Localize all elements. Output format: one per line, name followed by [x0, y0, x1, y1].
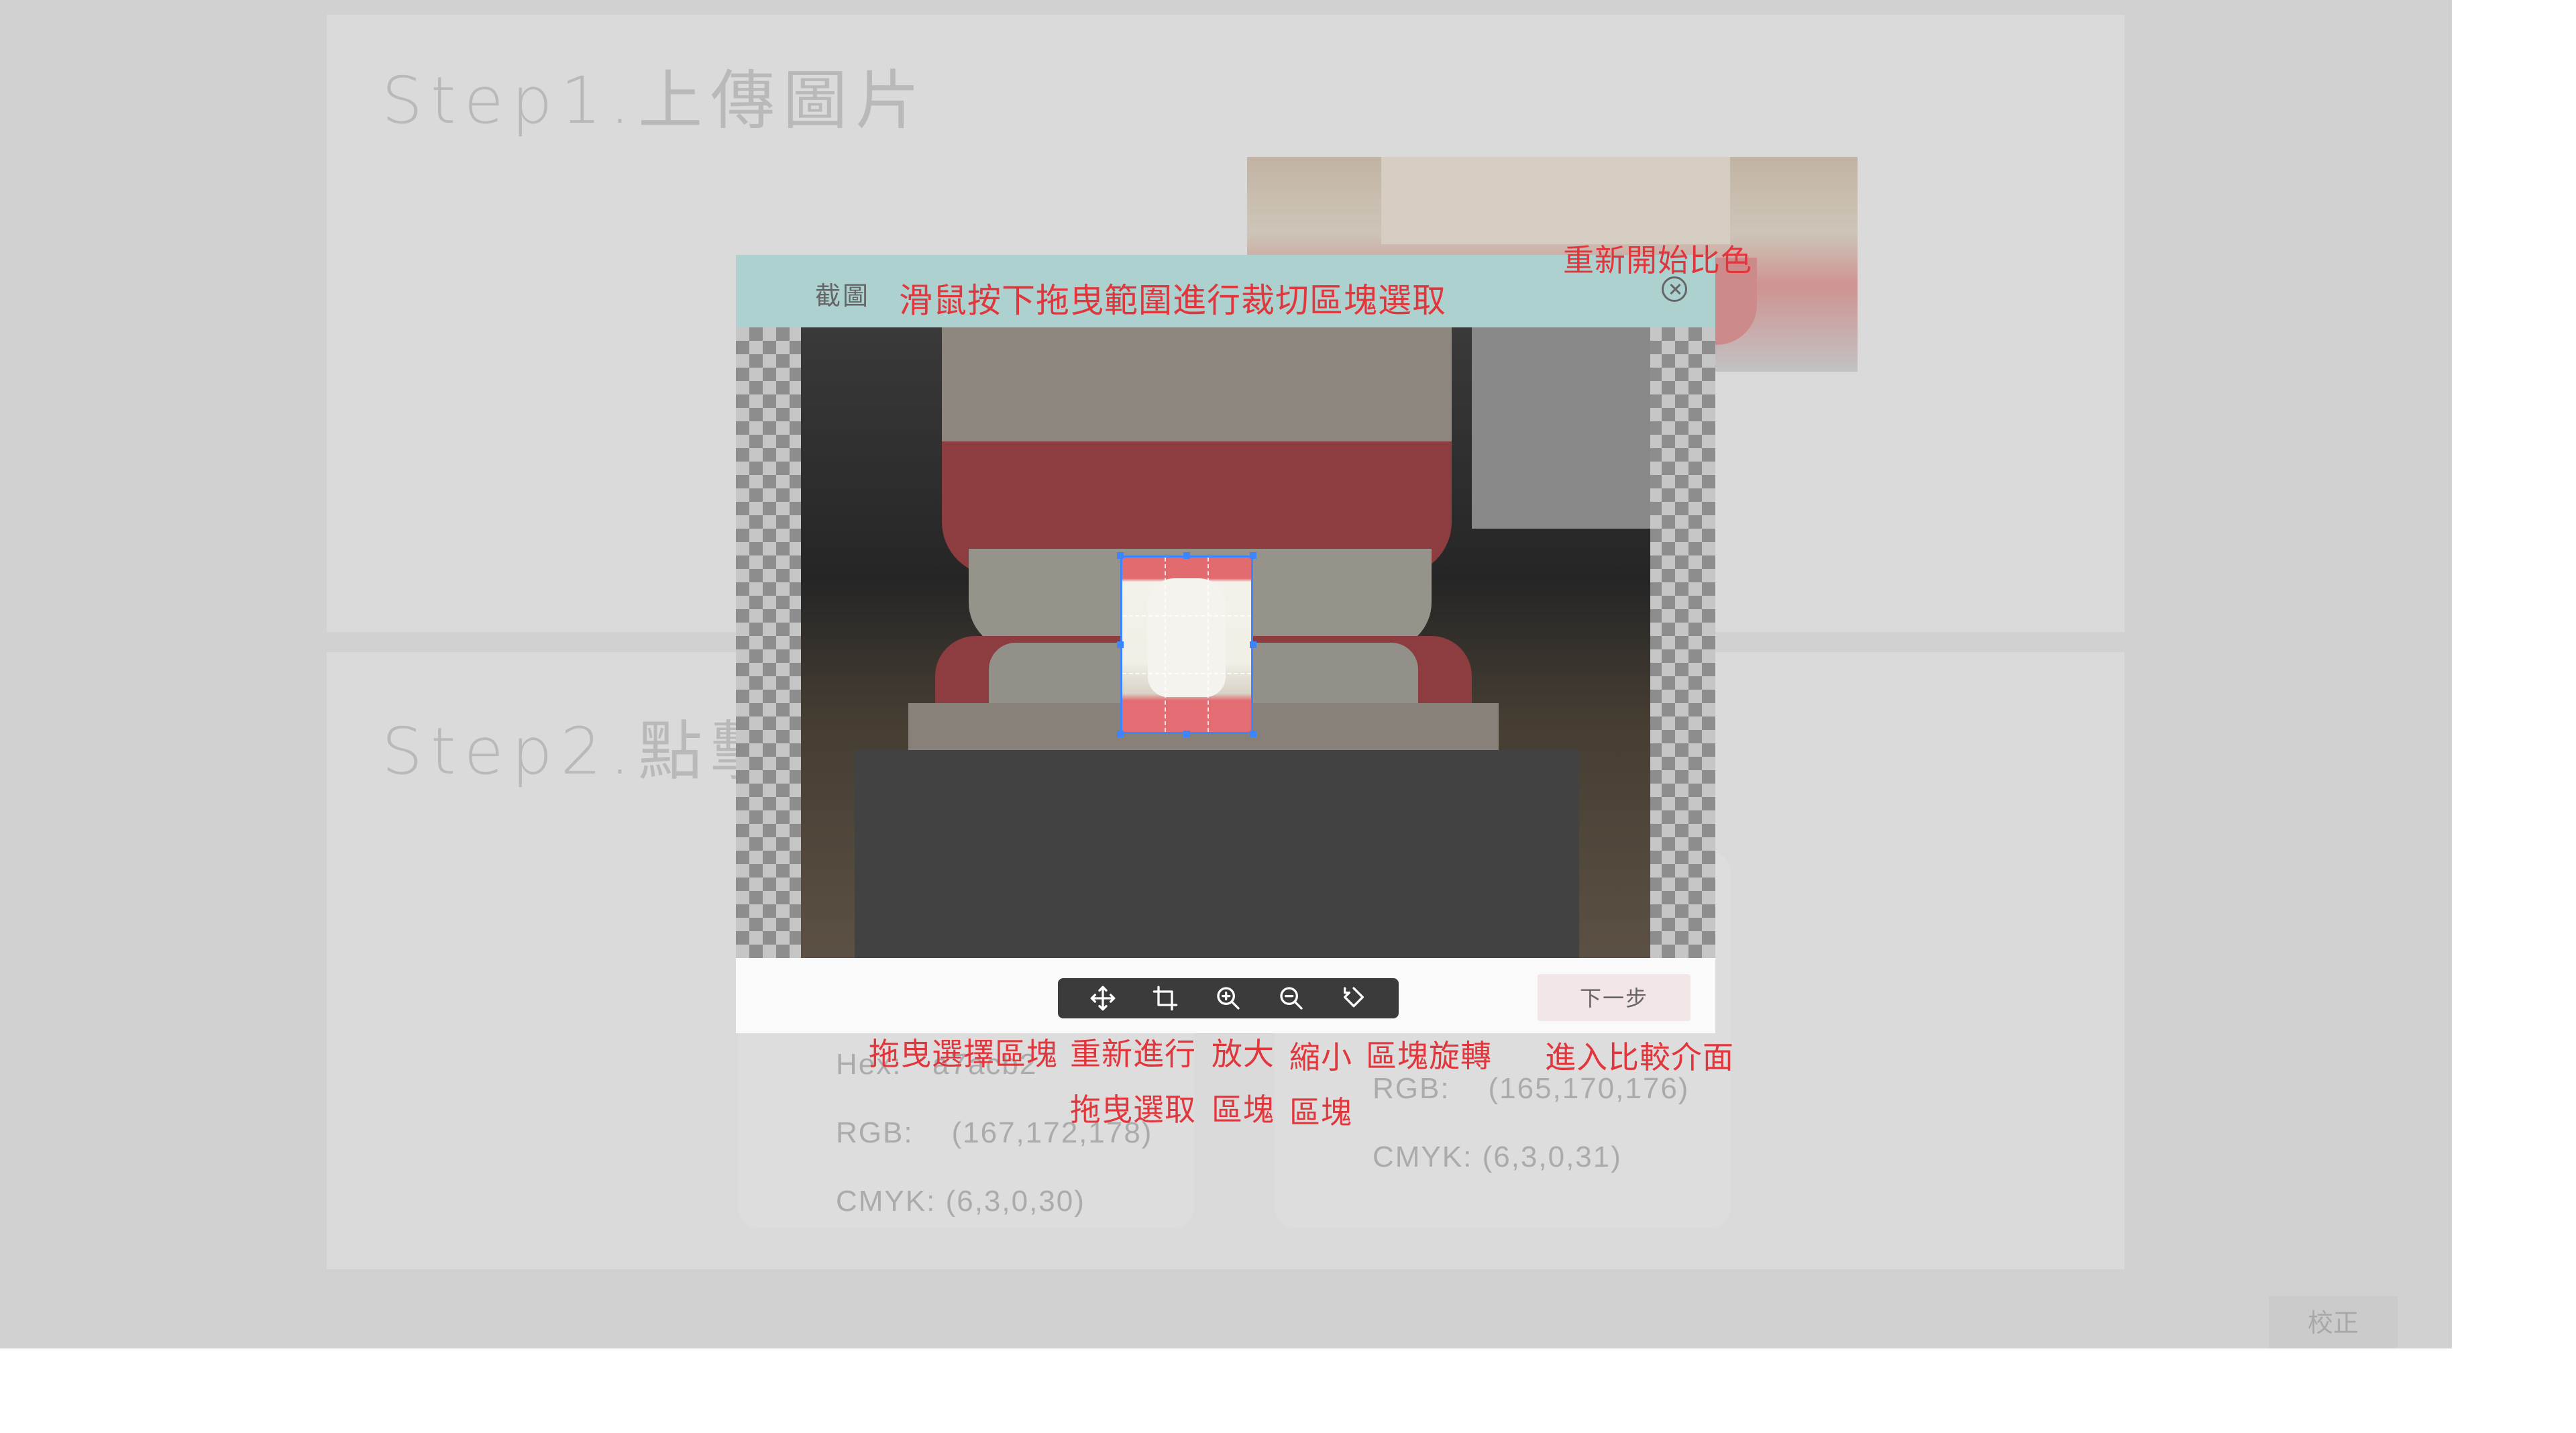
annotation-zoomout-2: 區塊 — [1289, 1094, 1352, 1130]
crop-handle-bottom-left[interactable] — [1117, 731, 1124, 737]
zoom-in-icon[interactable] — [1208, 978, 1248, 1018]
crop-canvas[interactable] — [736, 327, 1715, 958]
annotation-drag-hint: 滑鼠按下拖曳範圍進行裁切區塊選取 — [899, 281, 1446, 320]
zoom-out-icon[interactable] — [1271, 978, 1311, 1018]
crop-handle-top[interactable] — [1183, 552, 1190, 559]
crop-handle-top-right[interactable] — [1250, 552, 1256, 559]
annotation-crop-1: 重新進行 — [1070, 1036, 1196, 1072]
crop-handle-top-left[interactable] — [1117, 552, 1124, 559]
annotation-zoomin-2: 區塊 — [1212, 1092, 1275, 1128]
annotation-crop-2: 拖曳選取 — [1070, 1092, 1196, 1128]
crop-modal: 截圖 下一步 — [736, 255, 1715, 1033]
crop-selection-box[interactable] — [1120, 555, 1253, 734]
crop-handle-right[interactable] — [1250, 641, 1256, 648]
annotation-restart: 重新開始比色 — [1563, 242, 1752, 278]
annotation-move: 拖曳選擇區塊 — [869, 1036, 1058, 1072]
annotation-zoomin-1: 放大 — [1212, 1036, 1275, 1072]
rotate-icon[interactable] — [1334, 978, 1374, 1018]
crop-handle-bottom-right[interactable] — [1250, 731, 1256, 737]
annotation-zoomout-1: 縮小 — [1289, 1039, 1352, 1075]
crop-toolbar — [1058, 978, 1399, 1018]
modal-title: 截圖 — [815, 281, 871, 311]
move-icon[interactable] — [1083, 978, 1123, 1018]
annotation-rotate: 區塊旋轉 — [1366, 1038, 1492, 1074]
next-step-button[interactable]: 下一步 — [1538, 974, 1690, 1021]
annotation-next: 進入比較介面 — [1545, 1039, 1734, 1075]
crop-icon[interactable] — [1145, 978, 1185, 1018]
crop-handle-left[interactable] — [1117, 641, 1124, 648]
crop-handle-bottom[interactable] — [1183, 731, 1190, 737]
